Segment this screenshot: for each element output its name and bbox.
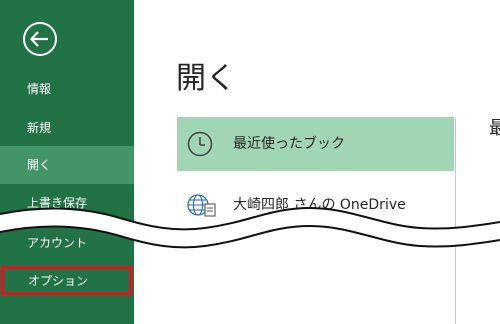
- clock-icon: [187, 131, 213, 157]
- back-arrow-icon: [23, 22, 57, 56]
- location-recent-workbooks[interactable]: 最近使ったブック: [177, 117, 454, 171]
- back-button[interactable]: [22, 21, 58, 57]
- panel-divider: [455, 118, 456, 324]
- location-onedrive[interactable]: 大崎四郎 さんの OneDrive: [177, 178, 454, 232]
- sidebar-item-new[interactable]: 新規: [0, 121, 134, 135]
- sidebar-item-label: アカウント: [27, 236, 88, 250]
- sidebar-item-label: 新規: [27, 121, 52, 135]
- sidebar-item-label: 情報: [27, 82, 52, 96]
- page-title: 開く: [176, 61, 236, 96]
- sidebar-item-save[interactable]: 上書き保存: [0, 196, 134, 210]
- globe-icon: [187, 194, 216, 217]
- sidebar-item-label: 開く: [27, 158, 52, 172]
- sidebar-item-label: 上書き保存: [27, 196, 88, 210]
- sidebar-item-label: オプション: [28, 274, 89, 288]
- sidebar-item-open[interactable]: 開く: [0, 146, 134, 184]
- sidebar-item-account[interactable]: アカウント: [0, 236, 134, 250]
- recent-pane-heading: 最: [489, 118, 500, 139]
- backstage-sidebar: 情報 新規 開く 上書き保存 アカウント オプション: [0, 0, 134, 324]
- location-label: 最近使ったブック: [233, 136, 345, 152]
- sidebar-item-info[interactable]: 情報: [0, 82, 134, 96]
- location-label: 大崎四郎 さんの OneDrive: [233, 197, 406, 213]
- sidebar-item-options[interactable]: オプション: [1, 266, 132, 295]
